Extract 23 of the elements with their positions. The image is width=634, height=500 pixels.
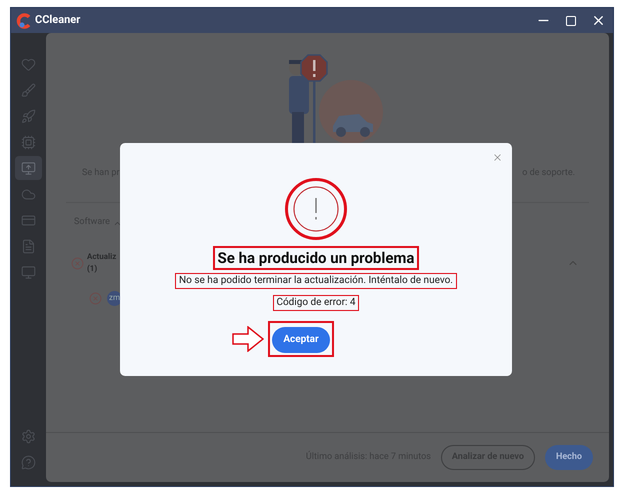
done-button[interactable]: Hecho — [544, 445, 593, 470]
settings-icon — [21, 428, 36, 444]
window-title: CCleaner — [35, 12, 80, 28]
monitor-icon — [21, 264, 36, 280]
cloud-icon — [21, 186, 36, 202]
logo-icon — [16, 12, 32, 28]
warning-icon — [293, 186, 339, 232]
brush-icon — [21, 82, 36, 98]
heart-icon — [21, 56, 36, 72]
help-chat-icon — [21, 454, 36, 470]
rocket-icon — [21, 108, 36, 124]
close-icon[interactable] — [591, 13, 606, 28]
error-code: Código de error: 4 — [276, 296, 356, 310]
card-icon — [21, 212, 36, 228]
chip-icon — [21, 134, 36, 150]
accept-button[interactable]: Aceptar — [272, 326, 330, 352]
dialog-message: No se ha podido terminar la actualización. Inténtalo de nuevo. — [179, 274, 453, 288]
sidebar-item[interactable] — [15, 156, 42, 180]
arrow-icon — [232, 326, 264, 352]
maximize-icon[interactable] — [565, 14, 577, 26]
document-icon — [21, 238, 36, 254]
monitor-upload-icon — [21, 160, 36, 176]
dialog-title: Se ha producido un problema — [218, 248, 414, 268]
